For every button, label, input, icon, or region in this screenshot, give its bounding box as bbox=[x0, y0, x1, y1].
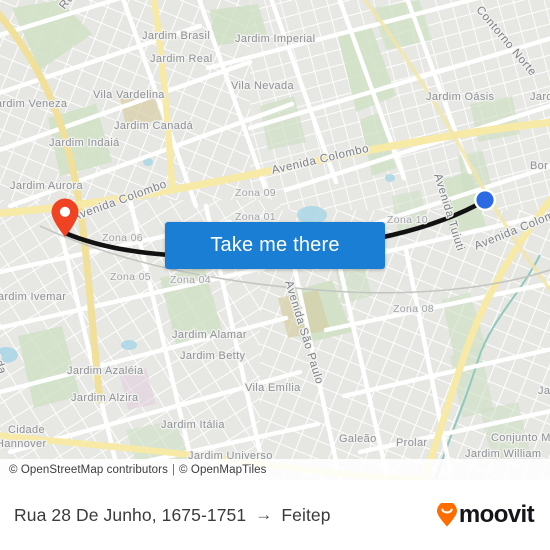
moovit-wordmark: moovit bbox=[458, 501, 535, 528]
map-canvas[interactable]: Rua NJardim BrasilJardim ImperialContorn… bbox=[0, 0, 550, 480]
attribution-openstreetmap[interactable]: © OpenStreetMap contributors bbox=[9, 464, 168, 476]
attribution-openmaptiles[interactable]: © OpenMapTiles bbox=[179, 464, 266, 476]
route-summary: Rua 28 De Junho, 1675-1751 → Feitep bbox=[14, 505, 331, 526]
route-origin-label: Rua 28 De Junho, 1675-1751 bbox=[14, 504, 247, 525]
route-destination-label: Feitep bbox=[281, 504, 331, 525]
moovit-trip-map-screen: Rua NJardim BrasilJardim ImperialContorn… bbox=[0, 0, 550, 550]
map-attribution-bar: © OpenStreetMap contributors | © OpenMap… bbox=[0, 459, 550, 480]
destination-dot-icon bbox=[474, 189, 496, 211]
moovit-pin-icon bbox=[436, 503, 457, 527]
take-me-there-button[interactable]: Take me there bbox=[165, 222, 385, 269]
attribution-separator: | bbox=[171, 463, 176, 476]
destination-marker-dot[interactable] bbox=[473, 188, 497, 212]
trip-footer-bar: Rua 28 De Junho, 1675-1751 → Feitep moov… bbox=[0, 480, 550, 550]
arrow-right-icon: → bbox=[255, 505, 273, 524]
moovit-logo[interactable]: moovit bbox=[436, 501, 535, 529]
